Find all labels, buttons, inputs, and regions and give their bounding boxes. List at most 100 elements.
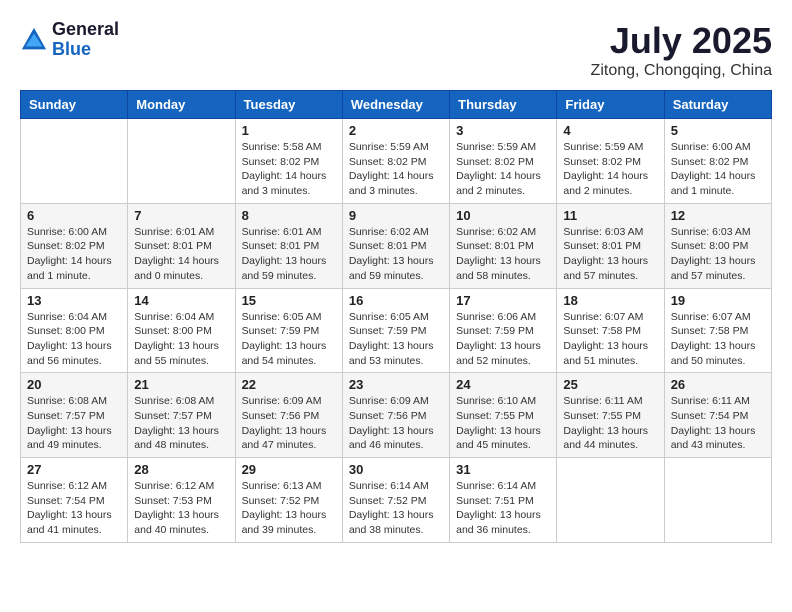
day-header-tuesday: Tuesday — [235, 91, 342, 119]
calendar-cell: 31Sunrise: 6:14 AM Sunset: 7:51 PM Dayli… — [450, 458, 557, 543]
calendar-cell — [664, 458, 771, 543]
calendar-cell: 15Sunrise: 6:05 AM Sunset: 7:59 PM Dayli… — [235, 288, 342, 373]
day-number: 10 — [456, 208, 550, 223]
day-number: 6 — [27, 208, 121, 223]
week-row-2: 6 Sunrise: 6:00 AM Sunset: 8:02 PM Daylig… — [21, 203, 772, 288]
calendar-cell: 23Sunrise: 6:09 AM Sunset: 7:56 PM Dayli… — [342, 373, 449, 458]
day-number: 31 — [456, 462, 550, 477]
week-row-1: 1 Sunrise: 5:58 AM Sunset: 8:02 PM Daylig… — [21, 119, 772, 204]
calendar-cell — [21, 119, 128, 204]
day-info: Sunrise: 5:59 AM Sunset: 8:02 PM Dayligh… — [563, 140, 657, 199]
calendar-cell: 29Sunrise: 6:13 AM Sunset: 7:52 PM Dayli… — [235, 458, 342, 543]
day-number: 1 — [242, 123, 336, 138]
calendar-cell: 6 Sunrise: 6:00 AM Sunset: 8:02 PM Daylig… — [21, 203, 128, 288]
week-row-3: 13 Sunrise: 6:04 AM Sunset: 8:00 PM Dayli… — [21, 288, 772, 373]
calendar-cell: 16 Sunrise: 6:05 AM Sunset: 7:59 PM Dayli… — [342, 288, 449, 373]
day-info: Sunrise: 5:59 AM Sunset: 8:02 PM Dayligh… — [456, 140, 550, 199]
week-row-5: 27 Sunrise: 6:12 AM Sunset: 7:54 PM Dayli… — [21, 458, 772, 543]
day-number: 16 — [349, 293, 443, 308]
day-number: 4 — [563, 123, 657, 138]
day-header-saturday: Saturday — [664, 91, 771, 119]
calendar-cell: 7 Sunrise: 6:01 AM Sunset: 8:01 PM Daylig… — [128, 203, 235, 288]
logo: General Blue — [20, 20, 119, 60]
calendar-cell: 13 Sunrise: 6:04 AM Sunset: 8:00 PM Dayli… — [21, 288, 128, 373]
calendar-cell — [128, 119, 235, 204]
calendar-cell: 11 Sunrise: 6:03 AM Sunset: 8:01 PM Dayli… — [557, 203, 664, 288]
calendar-cell: 21Sunrise: 6:08 AM Sunset: 7:57 PM Dayli… — [128, 373, 235, 458]
day-info: Sunrise: 6:04 AM Sunset: 8:00 PM Dayligh… — [27, 310, 121, 369]
day-header-wednesday: Wednesday — [342, 91, 449, 119]
calendar-title: July 2025 — [591, 20, 772, 62]
day-number: 2 — [349, 123, 443, 138]
week-row-4: 20Sunrise: 6:08 AM Sunset: 7:57 PM Dayli… — [21, 373, 772, 458]
day-number: 13 — [27, 293, 121, 308]
day-info: Sunrise: 6:02 AM Sunset: 8:01 PM Dayligh… — [456, 225, 550, 284]
calendar-cell: 4 Sunrise: 5:59 AM Sunset: 8:02 PM Daylig… — [557, 119, 664, 204]
calendar-cell: 17 Sunrise: 6:06 AM Sunset: 7:59 PM Dayli… — [450, 288, 557, 373]
day-number: 18 — [563, 293, 657, 308]
logo-icon — [20, 26, 48, 54]
calendar-cell: 2 Sunrise: 5:59 AM Sunset: 8:02 PM Daylig… — [342, 119, 449, 204]
day-number: 22 — [242, 377, 336, 392]
calendar-cell: 25Sunrise: 6:11 AM Sunset: 7:55 PM Dayli… — [557, 373, 664, 458]
calendar-cell: 9Sunrise: 6:02 AM Sunset: 8:01 PM Daylig… — [342, 203, 449, 288]
calendar-table: SundayMondayTuesdayWednesdayThursdayFrid… — [20, 90, 772, 543]
day-number: 5 — [671, 123, 765, 138]
calendar-cell: 14 Sunrise: 6:04 AM Sunset: 8:00 PM Dayli… — [128, 288, 235, 373]
day-number: 17 — [456, 293, 550, 308]
day-number: 19 — [671, 293, 765, 308]
day-number: 11 — [563, 208, 657, 223]
calendar-cell: 30Sunrise: 6:14 AM Sunset: 7:52 PM Dayli… — [342, 458, 449, 543]
day-number: 14 — [134, 293, 228, 308]
day-number: 7 — [134, 208, 228, 223]
calendar-cell: 8Sunrise: 6:01 AM Sunset: 8:01 PM Daylig… — [235, 203, 342, 288]
calendar-cell: 19Sunrise: 6:07 AM Sunset: 7:58 PM Dayli… — [664, 288, 771, 373]
day-info: Sunrise: 6:00 AM Sunset: 8:02 PM Dayligh… — [27, 225, 121, 284]
day-header-thursday: Thursday — [450, 91, 557, 119]
day-info: Sunrise: 5:58 AM Sunset: 8:02 PM Dayligh… — [242, 140, 336, 199]
day-number: 3 — [456, 123, 550, 138]
day-info: Sunrise: 6:07 AM Sunset: 7:58 PM Dayligh… — [563, 310, 657, 369]
day-number: 8 — [242, 208, 336, 223]
day-header-friday: Friday — [557, 91, 664, 119]
day-number: 15 — [242, 293, 336, 308]
calendar-cell: 28 Sunrise: 6:12 AM Sunset: 7:53 PM Dayli… — [128, 458, 235, 543]
day-header-monday: Monday — [128, 91, 235, 119]
day-info: Sunrise: 5:59 AM Sunset: 8:02 PM Dayligh… — [349, 140, 443, 199]
day-number: 24 — [456, 377, 550, 392]
day-info: Sunrise: 6:03 AM Sunset: 8:01 PM Dayligh… — [563, 225, 657, 284]
title-block: July 2025 Zitong, Chongqing, China — [591, 20, 772, 80]
calendar-cell: 24 Sunrise: 6:10 AM Sunset: 7:55 PM Dayli… — [450, 373, 557, 458]
day-info: Sunrise: 6:12 AM Sunset: 7:54 PM Dayligh… — [27, 479, 121, 538]
day-info: Sunrise: 6:10 AM Sunset: 7:55 PM Dayligh… — [456, 394, 550, 453]
calendar-subtitle: Zitong, Chongqing, China — [591, 62, 772, 80]
day-number: 26 — [671, 377, 765, 392]
day-info: Sunrise: 6:00 AM Sunset: 8:02 PM Dayligh… — [671, 140, 765, 199]
day-info: Sunrise: 6:09 AM Sunset: 7:56 PM Dayligh… — [242, 394, 336, 453]
day-info: Sunrise: 6:04 AM Sunset: 8:00 PM Dayligh… — [134, 310, 228, 369]
calendar-cell: 18 Sunrise: 6:07 AM Sunset: 7:58 PM Dayli… — [557, 288, 664, 373]
logo-text: General Blue — [52, 20, 119, 60]
calendar-cell: 27 Sunrise: 6:12 AM Sunset: 7:54 PM Dayli… — [21, 458, 128, 543]
calendar-body: 1 Sunrise: 5:58 AM Sunset: 8:02 PM Daylig… — [21, 119, 772, 543]
calendar-cell: 10 Sunrise: 6:02 AM Sunset: 8:01 PM Dayli… — [450, 203, 557, 288]
day-info: Sunrise: 6:05 AM Sunset: 7:59 PM Dayligh… — [349, 310, 443, 369]
calendar-cell: 5 Sunrise: 6:00 AM Sunset: 8:02 PM Daylig… — [664, 119, 771, 204]
calendar-cell: 26 Sunrise: 6:11 AM Sunset: 7:54 PM Dayli… — [664, 373, 771, 458]
day-number: 12 — [671, 208, 765, 223]
day-info: Sunrise: 6:12 AM Sunset: 7:53 PM Dayligh… — [134, 479, 228, 538]
day-number: 9 — [349, 208, 443, 223]
day-info: Sunrise: 6:06 AM Sunset: 7:59 PM Dayligh… — [456, 310, 550, 369]
day-header-sunday: Sunday — [21, 91, 128, 119]
day-info: Sunrise: 6:14 AM Sunset: 7:52 PM Dayligh… — [349, 479, 443, 538]
days-header-row: SundayMondayTuesdayWednesdayThursdayFrid… — [21, 91, 772, 119]
day-info: Sunrise: 6:11 AM Sunset: 7:54 PM Dayligh… — [671, 394, 765, 453]
day-number: 28 — [134, 462, 228, 477]
day-info: Sunrise: 6:01 AM Sunset: 8:01 PM Dayligh… — [134, 225, 228, 284]
page-header: General Blue July 2025 Zitong, Chongqing… — [20, 20, 772, 80]
day-info: Sunrise: 6:11 AM Sunset: 7:55 PM Dayligh… — [563, 394, 657, 453]
day-number: 29 — [242, 462, 336, 477]
day-number: 20 — [27, 377, 121, 392]
calendar-cell: 3 Sunrise: 5:59 AM Sunset: 8:02 PM Daylig… — [450, 119, 557, 204]
day-number: 27 — [27, 462, 121, 477]
